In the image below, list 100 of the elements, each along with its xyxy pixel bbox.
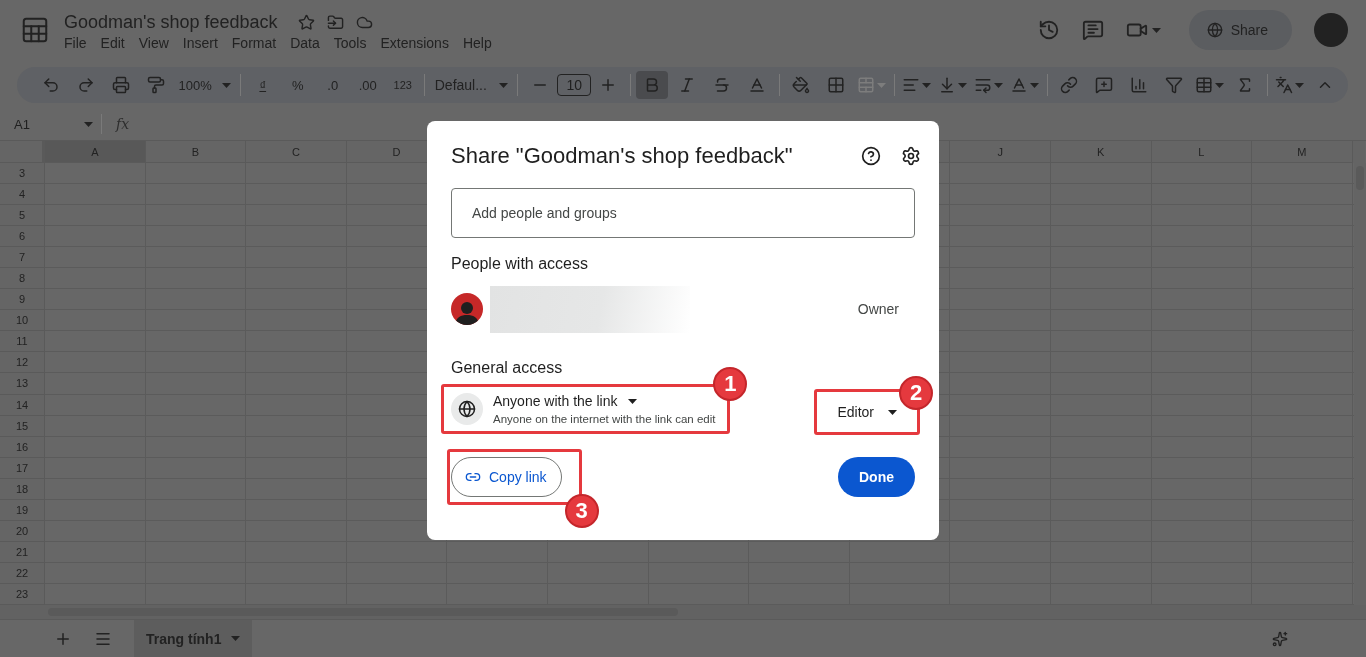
chart-icon[interactable] bbox=[1130, 76, 1149, 94]
step-number: 2 bbox=[899, 376, 933, 410]
font-select[interactable]: Defaul... bbox=[430, 71, 512, 99]
menu-item[interactable]: View bbox=[131, 34, 176, 51]
undo-icon[interactable] bbox=[41, 76, 60, 94]
input-tools-icon bbox=[1275, 76, 1294, 94]
row-number[interactable]: 15 bbox=[0, 415, 45, 437]
formula-label: fx bbox=[114, 116, 130, 132]
step-number: 1 bbox=[713, 367, 748, 401]
menu-item[interactable]: Tools bbox=[326, 34, 374, 51]
merge-cells-icon bbox=[857, 76, 876, 94]
caret-icon bbox=[994, 82, 1004, 88]
settings-icon[interactable] bbox=[901, 146, 921, 166]
currency-format[interactable]: ₫ bbox=[246, 71, 279, 99]
row-number[interactable]: 3 bbox=[0, 163, 45, 185]
caret-icon bbox=[231, 636, 241, 641]
row-number[interactable]: 13 bbox=[0, 373, 45, 395]
section-heading: People with access bbox=[451, 255, 589, 273]
number-format[interactable]: 123 bbox=[386, 71, 419, 99]
percent-format[interactable]: % bbox=[281, 71, 314, 99]
sheet-tab[interactable]: Trang tính1 bbox=[134, 620, 253, 657]
table-icon bbox=[1195, 76, 1214, 94]
bold-button[interactable] bbox=[636, 71, 669, 99]
help-icon[interactable] bbox=[861, 146, 881, 166]
row-number[interactable]: 17 bbox=[0, 457, 45, 479]
menu-item[interactable]: Edit bbox=[93, 34, 132, 51]
text-rotation-icon bbox=[1010, 76, 1029, 94]
row-number[interactable]: 4 bbox=[0, 184, 45, 206]
column-header[interactable]: J bbox=[950, 141, 1051, 163]
column-header[interactable]: B bbox=[145, 141, 247, 163]
history-icon[interactable] bbox=[1037, 19, 1060, 41]
add-people-field[interactable]: Add people and groups bbox=[451, 188, 915, 238]
add-comment-icon[interactable] bbox=[1095, 76, 1114, 94]
move-folder-icon[interactable] bbox=[326, 13, 344, 31]
paint-roller-icon[interactable] bbox=[146, 76, 165, 94]
comments-icon[interactable] bbox=[1081, 19, 1104, 41]
row-number[interactable]: 22 bbox=[0, 562, 45, 584]
explore-icon[interactable] bbox=[1272, 630, 1288, 647]
row-number[interactable]: 8 bbox=[0, 268, 45, 290]
spreadsheet-logo-icon[interactable] bbox=[20, 15, 50, 45]
row-number[interactable]: 23 bbox=[0, 583, 45, 605]
strikethrough-icon[interactable] bbox=[713, 76, 732, 94]
menu-item[interactable]: File bbox=[57, 34, 94, 51]
menu-item[interactable]: Format bbox=[224, 34, 284, 51]
row-number[interactable]: 14 bbox=[0, 394, 45, 416]
column-header[interactable]: M bbox=[1252, 141, 1353, 163]
wrap-text-icon bbox=[974, 76, 993, 94]
column-header[interactable]: C bbox=[246, 141, 347, 163]
caret-icon bbox=[922, 82, 932, 88]
caret-icon bbox=[498, 82, 508, 88]
row-number[interactable]: 10 bbox=[0, 310, 45, 332]
share-button[interactable]: Share bbox=[1188, 10, 1292, 50]
caret-icon bbox=[877, 82, 887, 88]
row-number[interactable]: 18 bbox=[0, 478, 45, 500]
column-header[interactable]: L bbox=[1151, 141, 1253, 163]
align-left-icon bbox=[902, 76, 921, 94]
caret-icon bbox=[1215, 82, 1225, 88]
done-button[interactable]: Done bbox=[838, 457, 915, 497]
row-number[interactable]: 6 bbox=[0, 226, 45, 248]
role-label: Owner bbox=[857, 301, 899, 317]
caret-icon bbox=[888, 409, 897, 415]
zoom-select[interactable]: 100% bbox=[174, 71, 235, 99]
link-icon[interactable] bbox=[1060, 76, 1079, 94]
row-number[interactable]: 19 bbox=[0, 499, 45, 521]
section-heading: General access bbox=[451, 359, 564, 377]
print-icon[interactable] bbox=[111, 76, 130, 94]
column-header[interactable]: K bbox=[1050, 141, 1152, 163]
decrease-decimal[interactable]: .0 bbox=[316, 71, 349, 99]
row-number[interactable]: 11 bbox=[0, 331, 45, 353]
menu-item[interactable]: Data bbox=[283, 34, 327, 51]
row-number[interactable]: 20 bbox=[0, 520, 45, 542]
caret-icon bbox=[958, 82, 968, 88]
row-number[interactable]: 12 bbox=[0, 352, 45, 374]
redo-icon[interactable] bbox=[76, 76, 95, 94]
menu-item[interactable]: Extensions bbox=[373, 34, 456, 51]
fill-color-icon[interactable] bbox=[792, 76, 811, 94]
row-number[interactable]: 16 bbox=[0, 436, 45, 458]
filter-icon[interactable] bbox=[1165, 76, 1184, 94]
menu-item[interactable]: Insert bbox=[175, 34, 225, 51]
row-number[interactable]: 21 bbox=[0, 541, 45, 563]
caret-icon bbox=[1030, 82, 1040, 88]
caret-icon bbox=[1295, 82, 1305, 88]
copy-link-button[interactable]: Copy link bbox=[451, 457, 562, 497]
row-number[interactable]: 7 bbox=[0, 247, 45, 269]
row-number[interactable]: 9 bbox=[0, 289, 45, 311]
document-title[interactable]: Goodman's shop feedback bbox=[64, 11, 278, 33]
star-icon[interactable] bbox=[297, 13, 315, 31]
menu-item[interactable]: Help bbox=[455, 34, 499, 51]
globe-icon bbox=[458, 400, 476, 418]
caret-icon bbox=[627, 398, 637, 404]
increase-decimal[interactable]: .00 bbox=[351, 71, 384, 99]
text-color-icon[interactable] bbox=[748, 76, 767, 94]
step-number: 3 bbox=[564, 494, 599, 528]
account-avatar[interactable] bbox=[1314, 13, 1348, 47]
person-avatar bbox=[451, 293, 483, 325]
access-description: Anyone on the internet with the link can edit bbox=[493, 413, 717, 425]
borders-icon[interactable] bbox=[827, 76, 846, 94]
row-number[interactable]: 5 bbox=[0, 205, 45, 227]
font-size-field[interactable]: 10 bbox=[557, 74, 591, 96]
name-box[interactable]: A1 bbox=[14, 116, 76, 132]
